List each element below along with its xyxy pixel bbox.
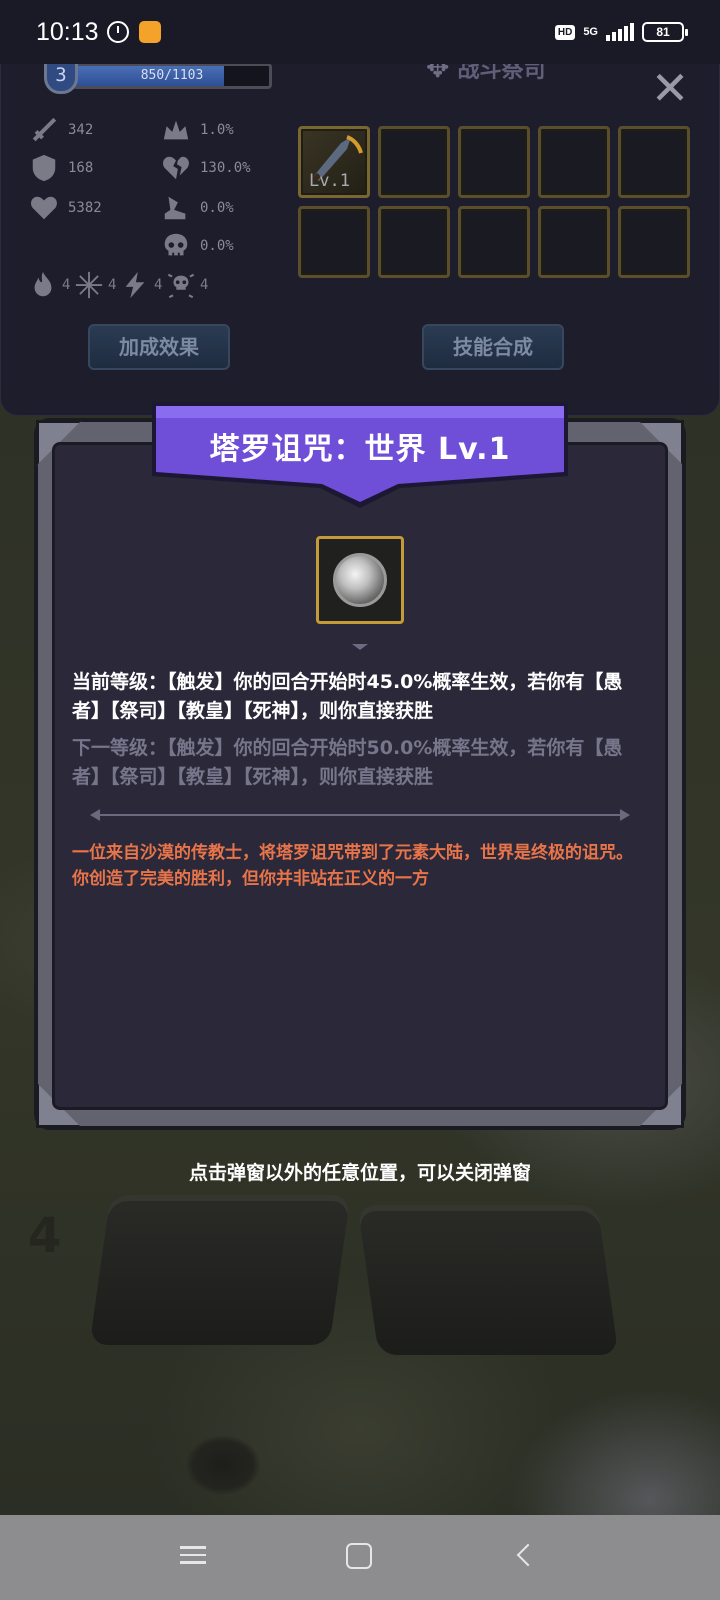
ice-value: 4	[108, 277, 117, 293]
hd-badge: HD	[554, 24, 576, 40]
close-hint: 点击弹窗以外的任意位置，可以关闭弹窗	[188, 1162, 531, 1184]
crown-icon	[160, 114, 192, 146]
hp-value: 5382	[68, 200, 102, 216]
battery-icon: 81	[642, 22, 688, 42]
attack-value: 342	[68, 122, 94, 138]
dodge-stat: 0.0%	[160, 192, 234, 224]
boot-icon	[160, 192, 192, 224]
crit-rate-value: 1.0%	[200, 122, 234, 138]
skill-level-label: Lv.1	[309, 171, 350, 191]
alarm-icon	[106, 21, 129, 43]
status-bar: 10:13 HD 5G 81	[0, 0, 720, 64]
next-level-description: 下一等级：【触发】你的回合开始时50.0%概率生效，若你有【愚者】【祭司】【教皇…	[72, 737, 623, 788]
menu-icon[interactable]	[180, 1541, 216, 1573]
skull-icon	[160, 230, 192, 262]
fire-icon	[34, 271, 52, 297]
status-indicators: HD 5G 81	[554, 22, 688, 42]
clock: 10:13	[36, 17, 99, 46]
heart-icon	[28, 192, 60, 224]
lightning-value: 4	[154, 277, 163, 293]
skill-synthesis-button[interactable]: 技能合成	[422, 324, 564, 370]
skill-slot-4[interactable]	[538, 126, 610, 198]
fire-value: 4	[62, 277, 71, 293]
sword-icon	[28, 114, 60, 146]
bonus-effect-button[interactable]: 加成效果	[88, 324, 230, 370]
defense-value: 168	[68, 160, 94, 176]
ice-element: 4	[74, 270, 116, 300]
crit-damage-value: 130.0%	[200, 160, 251, 176]
dodge-value: 0.0%	[200, 200, 234, 216]
poison-skull-icon	[167, 273, 195, 299]
poison-value: 4	[200, 277, 209, 293]
skill-slot-2[interactable]	[378, 126, 450, 198]
instant-kill-stat: 0.0%	[160, 230, 234, 262]
shield-icon	[28, 152, 60, 184]
dialog-title: 塔罗诅咒：世界 Lv.1	[209, 432, 511, 467]
skill-slot-5[interactable]	[618, 126, 690, 198]
hp-stat: 5382	[28, 192, 102, 224]
fire-element: 4	[28, 270, 70, 300]
skill-slot-9[interactable]	[538, 206, 610, 278]
navigation-bar	[0, 1515, 720, 1600]
skill-slot-7[interactable]	[378, 206, 450, 278]
broken-heart-icon	[160, 152, 192, 184]
divider	[90, 809, 630, 821]
caret-icon	[352, 644, 368, 650]
back-icon[interactable]	[514, 1541, 550, 1573]
crit-rate-stat: 1.0%	[160, 114, 234, 146]
app-notification-icon	[138, 21, 161, 43]
lore-description: 一位来自沙漠的传教士，将塔罗诅咒带到了元素大陆，世界是终极的诅咒。你创造了完美的…	[72, 843, 633, 889]
skill-slot-6[interactable]	[298, 206, 370, 278]
network-type: 5G	[583, 26, 598, 38]
map-level-number: 4	[28, 1208, 62, 1264]
home-icon[interactable]	[346, 1543, 372, 1569]
snowflake-icon	[75, 271, 103, 299]
map-pedestal-right	[357, 1205, 619, 1355]
crit-damage-stat: 130.0%	[160, 152, 251, 184]
poison-element: 4	[166, 270, 208, 300]
signal-icon	[606, 23, 634, 41]
skill-icon-frame	[316, 536, 404, 624]
title-banner: 塔罗诅咒：世界 Lv.1	[152, 402, 568, 512]
world-orb-icon	[333, 553, 387, 607]
current-level-description: 当前等级：【触发】你的回合开始时45.0%概率生效，若你有【愚者】【祭司】【教皇…	[72, 671, 623, 722]
instant-kill-value: 0.0%	[200, 238, 234, 254]
skill-slot-8[interactable]	[458, 206, 530, 278]
eagle-silhouette	[168, 1420, 278, 1510]
skill-slot-10[interactable]	[618, 206, 690, 278]
xp-text: 850/1103	[140, 68, 204, 83]
attack-stat: 342	[28, 114, 93, 146]
lightning-element: 4	[120, 270, 162, 300]
skill-slot-3[interactable]	[458, 126, 530, 198]
defense-stat: 168	[28, 152, 93, 184]
xp-bar: 850/1103	[72, 63, 272, 89]
close-button[interactable]: ✕	[648, 65, 692, 112]
map-pedestal-left	[89, 1195, 351, 1345]
lightning-icon	[125, 271, 145, 299]
skill-slot-1[interactable]: Lv.1	[298, 126, 370, 198]
